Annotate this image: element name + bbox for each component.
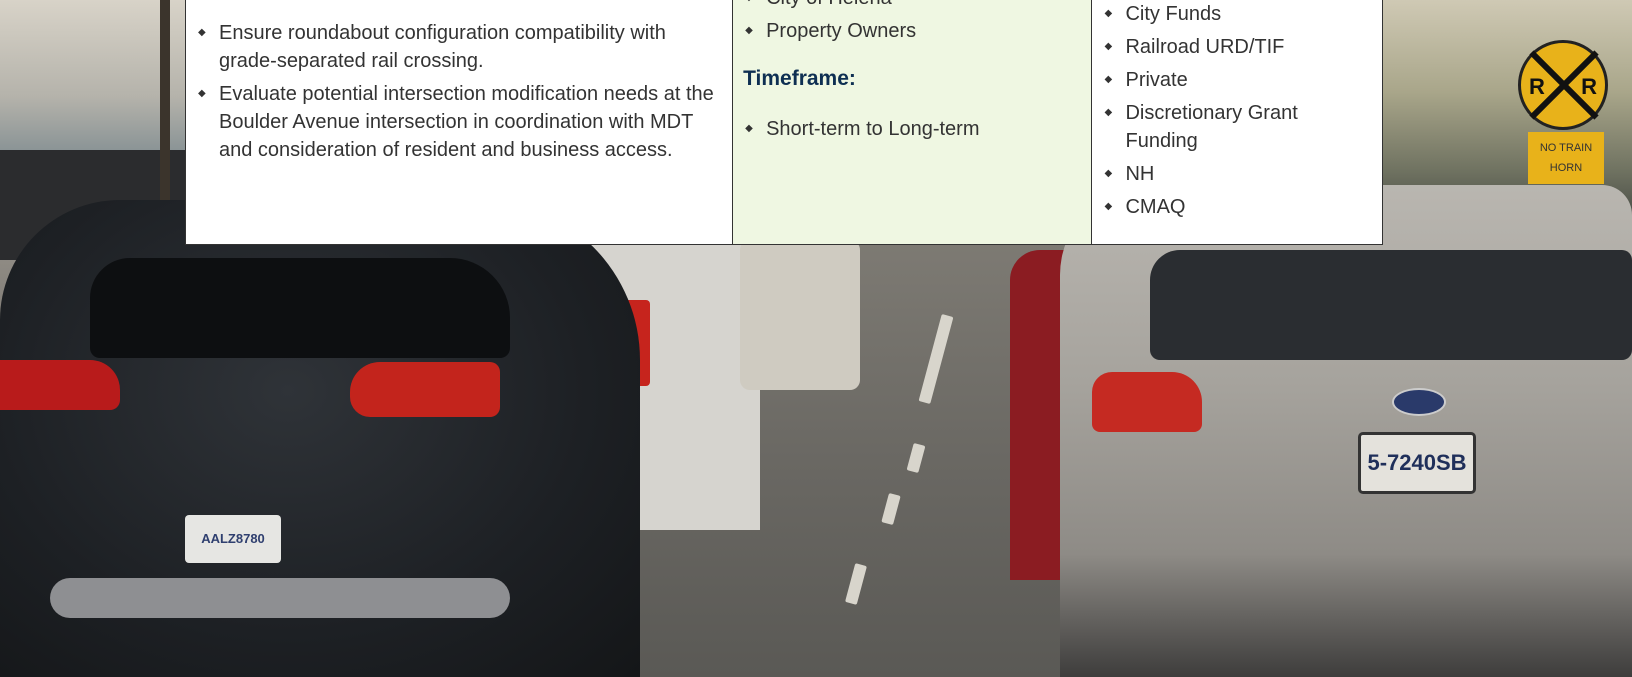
funding-column: City Funds Railroad URD/TIF Private Disc…: [1092, 0, 1383, 244]
list-item: Evaluate potential intersection modifica…: [196, 80, 722, 164]
silver-suv-window: [1150, 250, 1632, 360]
black-suv-tail-light: [350, 362, 500, 417]
list-item: Ensure roundabout configuration compatib…: [196, 19, 722, 75]
strategy-list: Ensure roundabout configuration compatib…: [196, 0, 722, 164]
list-item: Short-term to Long-term: [743, 115, 1081, 143]
black-suv-window: [90, 258, 510, 358]
no-train-horn-sign: NO TRAIN HORN: [1528, 132, 1604, 184]
funding-list: City Funds Railroad URD/TIF Private Disc…: [1102, 0, 1372, 221]
black-suv-bumper: [50, 578, 510, 618]
timeframe-list: Short-term to Long-term: [743, 115, 1081, 143]
strategy-column: Ensure roundabout configuration compatib…: [186, 0, 734, 244]
list-item: City Funds: [1102, 0, 1372, 28]
license-plate-left: AALZ8780: [185, 515, 281, 563]
partner-list: City of Helena Property Owners: [743, 0, 1081, 45]
lane-marking: [906, 442, 926, 474]
subaru-badge-icon: [1392, 388, 1446, 416]
license-plate-right: 5-7240SB: [1358, 432, 1476, 494]
silver-suv-tail-light: [1092, 372, 1202, 432]
list-item: City of Helena: [743, 0, 1081, 12]
utility-pole: [160, 0, 170, 215]
list-item: Railroad URD/TIF: [1102, 33, 1372, 61]
partners-timeframe-column: City of Helena Property Owners Timeframe…: [733, 0, 1093, 244]
rr-letter-right: R: [1581, 74, 1597, 99]
rr-letter-left: R: [1529, 74, 1545, 99]
railroad-crossing-sign-icon: R R: [1518, 40, 1608, 130]
lane-marking: [881, 492, 901, 526]
timeframe-heading: Timeframe:: [743, 67, 856, 90]
list-item: CMAQ: [1102, 193, 1372, 221]
implementation-table: Ensure roundabout configuration compatib…: [185, 0, 1383, 245]
lane-marking: [845, 563, 867, 605]
list-item: Private: [1102, 66, 1372, 94]
list-item: Discretionary Grant Funding: [1102, 99, 1372, 155]
far-vehicle: [740, 240, 860, 390]
black-suv-tail-light: [0, 360, 120, 410]
list-item: NH: [1102, 160, 1372, 188]
list-item: Property Owners: [743, 17, 1081, 45]
lane-marking: [918, 313, 954, 405]
